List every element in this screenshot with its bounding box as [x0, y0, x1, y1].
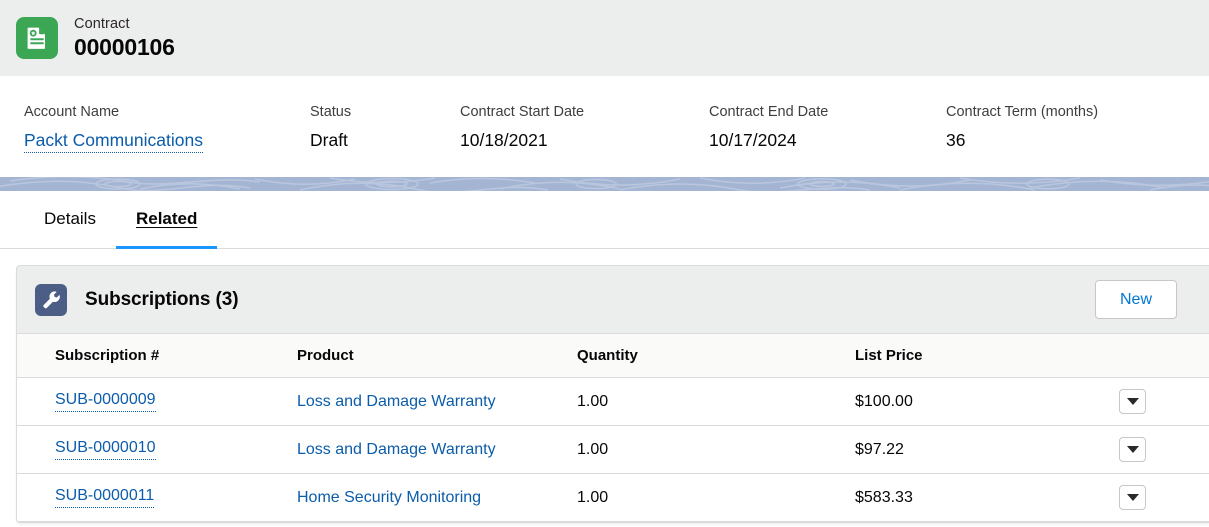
status-value: Draft — [310, 130, 348, 150]
product-link[interactable]: Home Security Monitoring — [297, 489, 481, 506]
row-actions-button[interactable] — [1119, 437, 1146, 462]
contract-end-date-value: 10/17/2024 — [709, 130, 797, 150]
cell-quantity: 1.00 — [569, 473, 847, 522]
column-header-product[interactable]: Product — [289, 334, 569, 378]
row-actions-button[interactable] — [1119, 389, 1146, 414]
field-label: Contract Term (months) — [946, 104, 1099, 120]
cell-quantity: 1.00 — [569, 425, 847, 474]
tab-related[interactable]: Related — [115, 191, 218, 249]
contract-start-date-value: 10/18/2021 — [460, 130, 548, 150]
cell-list-price: $583.33 — [847, 473, 1109, 522]
field-account-name: Account Name Packt Communications — [24, 104, 203, 153]
field-status: Status Draft — [310, 104, 351, 151]
table-header-row: Subscription # Product Quantity List Pri… — [17, 334, 1209, 378]
field-contract-end-date: Contract End Date 10/17/2024 — [709, 104, 828, 151]
tab-details[interactable]: Details — [24, 191, 116, 249]
cell-list-price: $100.00 — [847, 377, 1109, 426]
table-body: SUB-0000009 Loss and Damage Warranty 1.0… — [17, 377, 1209, 522]
field-label: Contract Start Date — [460, 104, 585, 120]
cell-subscription-number: SUB-0000010 — [17, 425, 289, 474]
contract-term-value: 36 — [946, 130, 966, 150]
field-contract-term: Contract Term (months) 36 — [946, 104, 1098, 151]
field-label: Account Name — [24, 104, 120, 120]
record-tabs: Details Related — [0, 191, 1209, 249]
column-header-subscription-number[interactable]: Subscription # — [17, 334, 289, 378]
related-list-title: Subscriptions (3) — [85, 288, 239, 310]
row-actions-button[interactable] — [1119, 485, 1146, 510]
cell-quantity: 1.00 — [569, 377, 847, 426]
cell-row-actions — [1109, 377, 1209, 426]
object-type-label: Contract — [74, 15, 130, 32]
table-row: SUB-0000011 Home Security Monitoring 1.0… — [17, 473, 1209, 522]
record-header-titles: Contract 00000106 — [74, 16, 175, 60]
subscriptions-related-list-card: Subscriptions (3) New Subscription # Pro… — [16, 265, 1209, 523]
new-button[interactable]: New — [1094, 279, 1177, 320]
product-link[interactable]: Loss and Damage Warranty — [297, 441, 496, 458]
cell-product: Loss and Damage Warranty — [289, 377, 569, 426]
page-title: 00000106 — [74, 33, 175, 60]
field-label: Status — [310, 104, 352, 120]
cell-row-actions — [1109, 425, 1209, 474]
decorative-pattern-band — [0, 177, 1209, 191]
field-contract-start-date: Contract Start Date 10/18/2021 — [460, 104, 584, 151]
chevron-down-icon — [1126, 446, 1139, 453]
account-name-link[interactable]: Packt Communications — [24, 130, 203, 153]
subscriptions-table: Subscription # Product Quantity List Pri… — [17, 334, 1209, 522]
table-row: SUB-0000009 Loss and Damage Warranty 1.0… — [17, 377, 1209, 426]
cell-product: Loss and Damage Warranty — [289, 425, 569, 474]
related-list-actions: New — [1094, 279, 1193, 320]
related-content-area: Subscriptions (3) New Subscription # Pro… — [0, 249, 1209, 523]
column-header-quantity[interactable]: Quantity — [569, 334, 847, 378]
field-label: Contract End Date — [709, 104, 829, 120]
table-row: SUB-0000010 Loss and Damage Warranty 1.0… — [17, 425, 1209, 474]
cell-subscription-number: SUB-0000009 — [17, 377, 289, 426]
subscription-number-link[interactable]: SUB-0000009 — [55, 391, 156, 412]
wrench-icon — [35, 283, 67, 316]
related-list-header: Subscriptions (3) New — [17, 266, 1209, 334]
chevron-down-icon — [1126, 398, 1139, 405]
cell-subscription-number: SUB-0000011 — [17, 473, 289, 522]
column-header-actions — [1109, 334, 1209, 378]
chevron-down-icon — [1126, 494, 1139, 501]
record-header: Contract 00000106 — [0, 0, 1209, 76]
table-header: Subscription # Product Quantity List Pri… — [17, 334, 1209, 378]
cell-product: Home Security Monitoring — [289, 473, 569, 522]
subscription-number-link[interactable]: SUB-0000011 — [55, 487, 155, 508]
highlights-panel: Account Name Packt Communications Status… — [0, 76, 1209, 177]
cell-list-price: $97.22 — [847, 425, 1109, 474]
cell-row-actions — [1109, 473, 1209, 522]
subscription-number-link[interactable]: SUB-0000010 — [55, 439, 156, 460]
product-link[interactable]: Loss and Damage Warranty — [297, 393, 496, 410]
column-header-list-price[interactable]: List Price — [847, 334, 1109, 378]
contract-document-icon — [16, 17, 58, 59]
